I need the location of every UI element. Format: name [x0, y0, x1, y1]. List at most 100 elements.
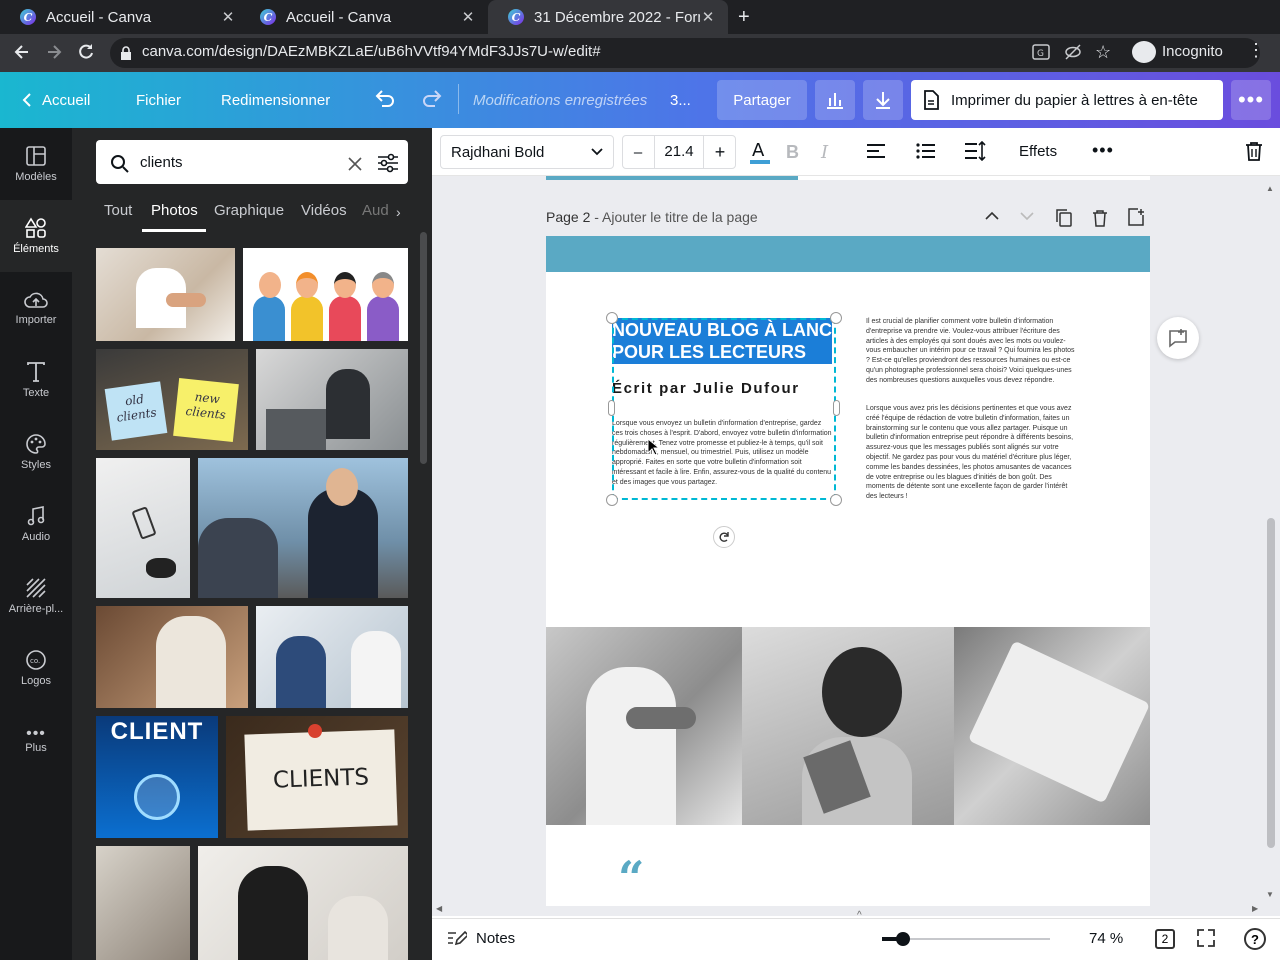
help-icon[interactable]: ? [1244, 928, 1266, 950]
bold-icon[interactable]: B [786, 142, 799, 163]
page-down-chevron-icon[interactable] [1020, 211, 1034, 221]
resize-handle-right[interactable] [833, 400, 840, 416]
resize-button[interactable]: Redimensionner [221, 72, 330, 128]
bullet-list-icon[interactable] [916, 143, 936, 159]
close-tab-icon[interactable]: ✕ [220, 8, 236, 26]
scroll-up-arrow-icon[interactable]: ▲ [1266, 184, 1274, 193]
notes-icon[interactable] [447, 929, 467, 947]
canvas-scrollbar-vertical[interactable] [1267, 518, 1275, 848]
quote-mark[interactable]: “ [618, 855, 644, 901]
align-left-icon[interactable] [866, 143, 886, 159]
photo-people-avatars[interactable] [243, 248, 408, 341]
photo-office-meeting[interactable] [256, 349, 408, 450]
more-options-icon[interactable]: ••• [1231, 80, 1271, 120]
browser-menu-icon[interactable]: ⋮ [1247, 40, 1265, 61]
url-text[interactable]: canva.com/design/DAEzMBKZLaE/uB6hVVtf94Y… [142, 43, 601, 60]
line-spacing-icon[interactable] [964, 141, 986, 161]
rail-item-styles[interactable]: Styles [0, 416, 72, 488]
page-count-button[interactable]: 2 [1155, 929, 1175, 949]
lock-icon[interactable] [120, 46, 132, 60]
photo-women-meeting[interactable] [198, 846, 408, 960]
photo-woman-phone[interactable] [96, 606, 248, 708]
tracking-blocked-eye-icon[interactable] [1064, 44, 1082, 60]
panel-scrollbar[interactable] [420, 232, 427, 464]
browser-tab-3-active[interactable]: C 31 Décembre 2022 - Forma ✕ [488, 0, 728, 34]
page-photo-open-book[interactable] [954, 627, 1150, 825]
increase-font-size-button[interactable]: + [703, 135, 736, 169]
page-photo-handshake[interactable] [546, 627, 742, 825]
fullscreen-icon[interactable] [1197, 929, 1215, 947]
forward-arrow-icon[interactable] [44, 42, 64, 62]
tab-videos[interactable]: Vidéos [301, 202, 347, 219]
rail-item-background[interactable]: Arrière-pl... [0, 560, 72, 632]
undo-icon[interactable] [374, 88, 396, 110]
add-page-icon[interactable] [1127, 208, 1145, 226]
close-tab-icon[interactable]: ✕ [700, 8, 716, 26]
font-family-select[interactable]: Rajdhani Bold [440, 135, 614, 169]
rail-item-audio[interactable]: Audio [0, 488, 72, 560]
effects-button[interactable]: Effets [1019, 143, 1057, 160]
rail-item-more[interactable]: ••• Plus [0, 704, 72, 776]
photo-clients-note-pinned[interactable]: CLIENTS [226, 716, 408, 838]
trash-icon[interactable] [1245, 141, 1263, 161]
page-header-band[interactable] [546, 236, 1150, 272]
chevron-right-icon[interactable]: › [396, 204, 401, 220]
back-arrow-icon[interactable] [12, 42, 32, 62]
scroll-down-arrow-icon[interactable]: ▼ [1266, 890, 1274, 899]
photo-team-phones[interactable] [96, 846, 190, 960]
zoom-level[interactable]: 74 % [1089, 930, 1123, 947]
photo-handshake-office[interactable] [96, 248, 235, 341]
home-button[interactable]: Accueil [22, 72, 90, 128]
decrease-font-size-button[interactable]: – [622, 135, 655, 169]
tab-graphics[interactable]: Graphique [214, 202, 284, 219]
photo-old-new-clients-notes[interactable]: old clients new clients [96, 349, 248, 450]
scroll-left-arrow-icon[interactable]: ◀ [436, 904, 442, 913]
page-photo-reading-woman[interactable] [742, 627, 954, 825]
notes-button[interactable]: Notes [476, 930, 515, 947]
zoom-slider[interactable] [882, 932, 1050, 946]
page-title-placeholder[interactable]: - Ajouter le titre de la page [590, 209, 757, 225]
font-size-value[interactable]: 21.4 [656, 143, 702, 160]
download-icon[interactable] [863, 80, 903, 120]
design-title-truncated[interactable]: 3... [670, 72, 691, 128]
insights-bar-chart-icon[interactable] [815, 80, 855, 120]
browser-tab-2[interactable]: C Accueil - Canva ✕ [240, 0, 488, 34]
rail-item-elements[interactable]: Éléments [0, 200, 72, 272]
resize-handle-bottom-left[interactable] [606, 494, 618, 506]
file-menu-button[interactable]: Fichier [136, 72, 181, 128]
add-comment-icon[interactable] [1157, 317, 1199, 359]
scroll-right-arrow-icon[interactable]: ▶ [1252, 904, 1258, 913]
rail-item-templates[interactable]: Modèles [0, 128, 72, 200]
incognito-icon[interactable] [1132, 41, 1156, 63]
close-tab-icon[interactable]: ✕ [460, 8, 476, 26]
print-letterhead-button[interactable]: Imprimer du papier à lettres à en-tête [911, 80, 1223, 120]
more-toolbar-icon[interactable]: ••• [1092, 140, 1114, 161]
body-text-right-2[interactable]: Lorsque vous avez pris les décisions per… [866, 404, 1080, 502]
tab-audio-truncated[interactable]: Aud [362, 202, 389, 219]
italic-icon[interactable]: I [821, 142, 828, 163]
photo-phone-desk[interactable] [96, 458, 190, 598]
photo-client-network[interactable]: CLIENT [96, 716, 218, 838]
bookmark-star-icon[interactable]: ☆ [1095, 42, 1111, 63]
rail-item-logos[interactable]: co. Logos [0, 632, 72, 704]
reload-icon[interactable] [76, 42, 96, 62]
rail-item-text[interactable]: Texte [0, 344, 72, 416]
tab-all[interactable]: Tout [104, 202, 132, 219]
resize-handle-top-left[interactable] [606, 312, 618, 324]
duplicate-page-icon[interactable] [1056, 209, 1072, 227]
delete-page-icon[interactable] [1092, 209, 1108, 227]
page-up-chevron-icon[interactable] [985, 211, 999, 221]
new-tab-icon[interactable]: + [738, 6, 750, 29]
translate-icon[interactable]: G [1032, 44, 1050, 60]
incognito-label[interactable]: Incognito [1162, 43, 1223, 60]
rail-item-upload[interactable]: Importer [0, 272, 72, 344]
browser-tab-1[interactable]: C Accueil - Canva ✕ [0, 0, 248, 34]
redo-icon[interactable] [421, 88, 443, 110]
photo-businessmen-handshake[interactable] [198, 458, 408, 598]
clear-search-icon[interactable] [347, 156, 363, 172]
tab-photos[interactable]: Photos [151, 202, 198, 219]
body-text-right-1[interactable]: Il est crucial de planifier comment votr… [866, 317, 1080, 386]
filter-sliders-icon[interactable] [377, 153, 399, 173]
rotate-handle-icon[interactable] [713, 526, 735, 548]
resize-handle-bottom-right[interactable] [830, 494, 842, 506]
